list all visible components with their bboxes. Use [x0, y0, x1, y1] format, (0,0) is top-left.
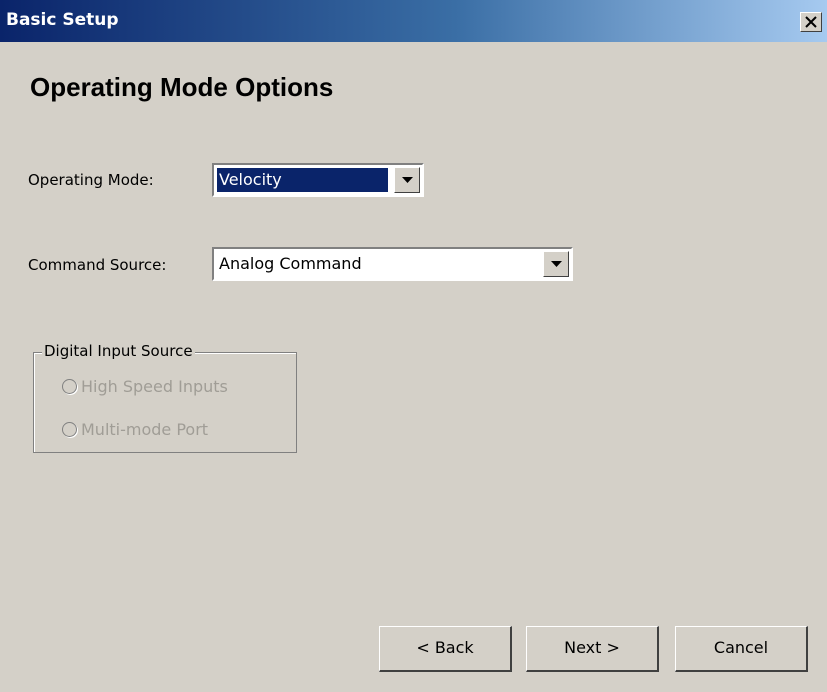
command-source-select[interactable]: Analog Command	[212, 247, 573, 281]
operating-mode-label: Operating Mode:	[28, 171, 154, 189]
radio-label: Multi-mode Port	[81, 420, 209, 439]
chevron-down-icon	[551, 261, 562, 267]
close-icon	[805, 16, 817, 28]
radio-label: High Speed Inputs	[81, 377, 228, 396]
radio-icon	[62, 379, 77, 394]
next-button[interactable]: Next >	[526, 626, 659, 672]
command-source-label: Command Source:	[28, 256, 167, 274]
title-bar[interactable]: Basic Setup	[0, 0, 827, 42]
command-source-value: Analog Command	[219, 254, 362, 273]
radio-high-speed-inputs[interactable]: High Speed Inputs	[62, 377, 228, 396]
back-button[interactable]: < Back	[379, 626, 512, 672]
page-title: Operating Mode Options	[30, 72, 334, 102]
radio-multi-mode-port[interactable]: Multi-mode Port	[62, 420, 208, 439]
digital-input-source-title: Digital Input Source	[42, 342, 195, 360]
chevron-down-icon	[402, 177, 413, 183]
operating-mode-select[interactable]: Velocity	[212, 163, 424, 197]
command-source-dropdown-button[interactable]	[543, 251, 569, 277]
operating-mode-dropdown-button[interactable]	[394, 167, 420, 193]
operating-mode-value: Velocity	[217, 168, 388, 192]
close-button[interactable]	[800, 12, 822, 32]
radio-icon	[62, 422, 77, 437]
window-title: Basic Setup	[6, 10, 119, 30]
cancel-button[interactable]: Cancel	[675, 626, 808, 672]
